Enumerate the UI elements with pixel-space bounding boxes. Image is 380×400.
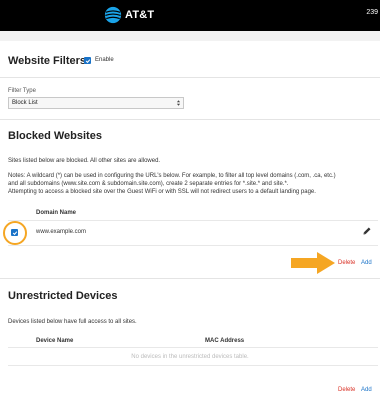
table-row-domain: www.example.com	[36, 229, 87, 235]
filter-type-label: Filter Type	[8, 88, 36, 94]
delete-button[interactable]: Delete	[338, 387, 355, 393]
select-arrows-icon	[176, 100, 181, 106]
divider	[0, 119, 380, 120]
column-header-device: Device Name	[36, 338, 74, 344]
arrow-right-icon	[291, 252, 335, 274]
column-header-domain: Domain Name	[36, 210, 77, 216]
header-right-text: 239	[366, 9, 378, 16]
table-divider	[8, 220, 378, 221]
divider	[0, 278, 380, 279]
header-spacer	[0, 31, 380, 41]
column-header-mac: MAC Address	[205, 338, 245, 344]
checkmark-icon	[85, 58, 90, 63]
table-divider	[8, 347, 378, 348]
enable-label: Enable	[95, 57, 114, 63]
delete-button[interactable]: Delete	[338, 260, 355, 266]
top-bar: AT&T 239	[0, 0, 380, 31]
empty-table-message: No devices in the unrestricted devices t…	[131, 354, 249, 360]
att-globe-icon	[104, 6, 122, 24]
enable-checkbox[interactable]	[84, 57, 91, 64]
blocked-websites-title: Blocked Websites	[8, 130, 102, 142]
pencil-icon[interactable]	[362, 226, 372, 236]
blocked-websites-intro: Sites listed below are blocked. All othe…	[8, 158, 161, 164]
filter-type-select[interactable]: Block List	[8, 97, 184, 109]
website-filters-title: Website Filters	[8, 55, 87, 67]
unrestricted-devices-intro: Devices listed below have full access to…	[8, 319, 137, 325]
unrestricted-devices-title: Unrestricted Devices	[8, 290, 118, 302]
blocked-websites-note-3: Attempting to access a blocked site over…	[8, 189, 316, 195]
row-checkbox[interactable]	[11, 229, 18, 236]
brand-logo: AT&T	[104, 6, 154, 24]
divider	[0, 77, 380, 78]
checkmark-icon	[12, 230, 17, 235]
add-button[interactable]: Add	[361, 260, 372, 266]
table-divider	[8, 245, 378, 246]
brand-name: AT&T	[125, 9, 155, 21]
filter-type-value: Block List	[12, 100, 38, 106]
table-divider	[8, 365, 378, 366]
add-button[interactable]: Add	[361, 387, 372, 393]
